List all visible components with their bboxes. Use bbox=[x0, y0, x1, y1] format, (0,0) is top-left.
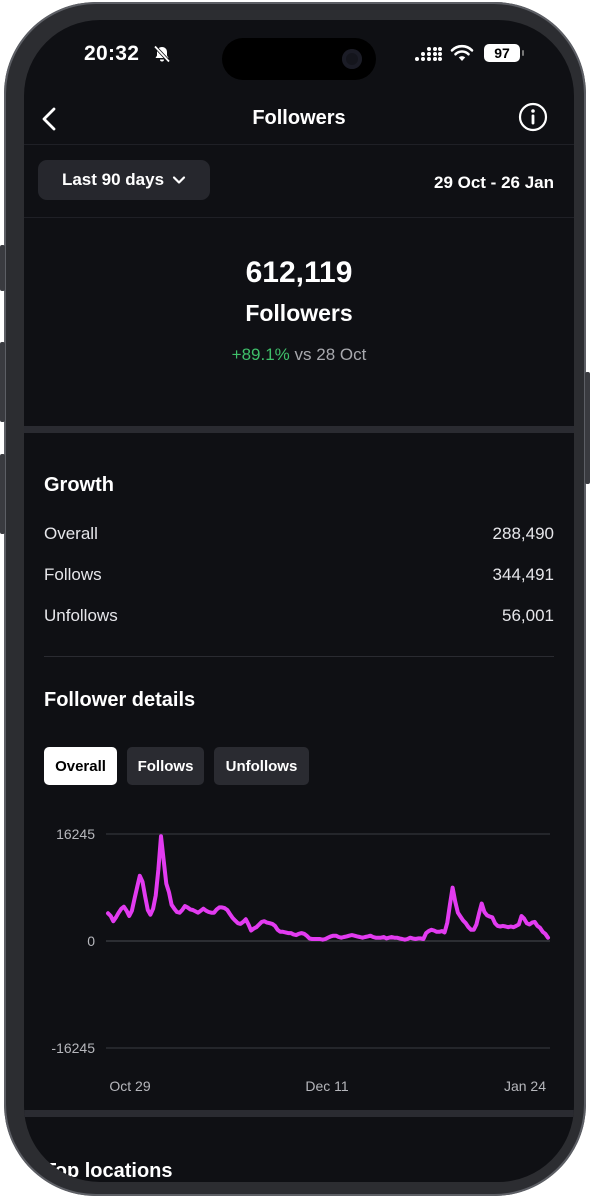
follower-details-title: Follower details bbox=[44, 689, 196, 711]
action-button bbox=[0, 245, 5, 291]
growth-separator bbox=[44, 656, 554, 657]
filter-divider bbox=[24, 217, 574, 218]
x-tick-label: Oct 29 bbox=[109, 1078, 150, 1094]
growth-row-unfollows: Unfollows 56,001 bbox=[44, 606, 554, 626]
y-tick-label: -16245 bbox=[51, 1040, 95, 1056]
battery-tip bbox=[522, 50, 524, 56]
y-tick-label: 16245 bbox=[56, 826, 95, 842]
y-tick-label: 0 bbox=[87, 933, 95, 949]
series-line bbox=[106, 834, 550, 942]
growth-row-label: Unfollows bbox=[44, 606, 118, 625]
x-tick-label: Jan 24 bbox=[504, 1078, 546, 1094]
follower-count-label: Followers bbox=[245, 300, 353, 326]
page-title: Followers bbox=[252, 107, 346, 129]
follower-chart: 16245 0 -16245 Oct 29 Dec 11 Jan 24 bbox=[51, 826, 550, 1094]
growth-row-value: 56,001 bbox=[502, 606, 554, 625]
x-tick-label: Dec 11 bbox=[305, 1078, 349, 1094]
tab-overall[interactable]: Overall bbox=[44, 747, 117, 785]
volume-up-button bbox=[0, 342, 5, 422]
top-locations-title: Top locations bbox=[44, 1160, 173, 1182]
growth-row-label: Overall bbox=[44, 524, 98, 543]
front-camera bbox=[342, 49, 362, 69]
phone-frame: 20:32 97 Followers Last 90 days 29 Oct -… bbox=[0, 2, 590, 1196]
power-button bbox=[585, 372, 590, 484]
section-divider bbox=[24, 1110, 574, 1117]
growth-row-value: 288,490 bbox=[492, 524, 554, 543]
chevron-down-icon bbox=[172, 176, 186, 184]
growth-title: Growth bbox=[44, 474, 114, 496]
date-range-dropdown[interactable]: Last 90 days bbox=[38, 160, 210, 200]
battery-indicator: 97 bbox=[484, 44, 520, 62]
change-percent: +89.1% bbox=[231, 345, 290, 364]
follower-count: 612,119 bbox=[245, 256, 353, 289]
volume-down-button bbox=[0, 454, 5, 534]
growth-row-follows: Follows 344,491 bbox=[44, 565, 554, 585]
section-divider bbox=[24, 426, 574, 433]
header-divider bbox=[24, 144, 574, 145]
screen: 20:32 97 Followers Last 90 days 29 Oct -… bbox=[24, 20, 574, 1182]
date-range-dropdown-label: Last 90 days bbox=[61, 170, 165, 189]
change-compare: vs 28 Oct bbox=[294, 345, 367, 364]
cellular-signal-icon bbox=[415, 47, 442, 61]
info-icon[interactable] bbox=[518, 102, 548, 132]
tab-unfollows[interactable]: Unfollows bbox=[214, 747, 309, 785]
bell-muted-icon bbox=[153, 45, 171, 63]
tab-follows[interactable]: Follows bbox=[127, 747, 204, 785]
date-range-text: 29 Oct - 26 Jan bbox=[433, 173, 554, 192]
wifi-icon bbox=[450, 44, 474, 61]
growth-row-value: 344,491 bbox=[492, 565, 554, 584]
growth-row-label: Follows bbox=[44, 565, 102, 584]
follower-change: +89.1% vs 28 Oct bbox=[24, 345, 574, 365]
status-time: 20:32 bbox=[84, 42, 140, 65]
growth-row-overall: Overall 288,490 bbox=[44, 524, 554, 544]
